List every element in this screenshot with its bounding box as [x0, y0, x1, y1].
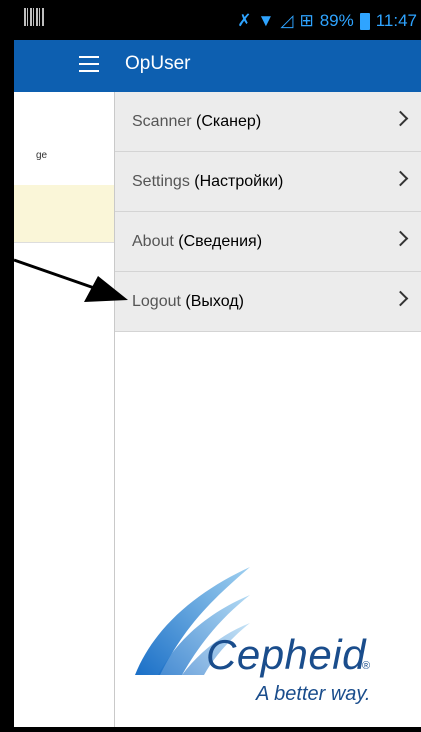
background-row-text: ge	[36, 150, 48, 161]
menu-item-scanner[interactable]: Scanner (Сканер)	[115, 92, 421, 152]
logo-tagline: A better way.	[256, 683, 371, 705]
menu-item-translation: (Сведения)	[178, 232, 263, 250]
menu-item-text: Scanner	[132, 112, 192, 130]
menu-item-text: Settings	[132, 172, 190, 190]
network-icon: ⊞	[299, 11, 314, 30]
battery-percent: 89%	[319, 11, 354, 30]
drawer-menu: Scanner (Сканер) Settings (Настройки) Ab…	[115, 92, 421, 332]
mute-icon: ✗	[237, 11, 252, 30]
logo-wordmark: Cepheid	[206, 631, 366, 678]
screen-frame-bottom	[0, 727, 421, 732]
drawer-title: OpUser	[125, 53, 191, 74]
menu-item-translation: (Настройки)	[194, 172, 284, 190]
menu-item-label: Scanner (Сканер)	[132, 113, 261, 131]
barcode-icon	[24, 8, 44, 26]
battery-icon	[359, 12, 370, 30]
menu-item-settings[interactable]: Settings (Настройки)	[115, 152, 421, 212]
signal-icon: ◿	[280, 11, 294, 30]
chevron-right-icon	[392, 290, 409, 307]
app-toolbar: OpUser	[15, 40, 421, 92]
divider	[14, 242, 114, 243]
menu-item-about[interactable]: About (Сведения)	[115, 212, 421, 272]
menu-item-translation: (Выход)	[185, 292, 244, 310]
highlighted-row	[14, 185, 114, 242]
menu-item-logout[interactable]: Logout (Выход)	[115, 272, 421, 332]
chevron-right-icon	[392, 170, 409, 187]
logo-registered-mark: ®	[362, 660, 371, 672]
screen-frame-left	[0, 0, 14, 732]
status-icons: ✗ ▼ ◿ ⊞ 89% 11:47	[237, 11, 417, 31]
menu-item-label: About (Сведения)	[132, 233, 262, 251]
status-time: 11:47	[375, 11, 417, 30]
chevron-right-icon	[392, 110, 409, 127]
menu-item-translation: (Сканер)	[196, 112, 262, 130]
menu-item-text: About	[132, 232, 174, 250]
background-app: ge	[14, 40, 114, 727]
menu-item-label: Settings (Настройки)	[132, 173, 283, 191]
status-bar: ✗ ▼ ◿ ⊞ 89% 11:47	[14, 0, 421, 40]
menu-item-text: Logout	[132, 292, 181, 310]
cepheid-logo: Cepheid ® A better way.	[130, 565, 420, 715]
hamburger-menu-icon[interactable]	[79, 56, 99, 72]
chevron-right-icon	[392, 230, 409, 247]
wifi-icon: ▼	[257, 11, 275, 30]
menu-item-label: Logout (Выход)	[132, 293, 244, 311]
